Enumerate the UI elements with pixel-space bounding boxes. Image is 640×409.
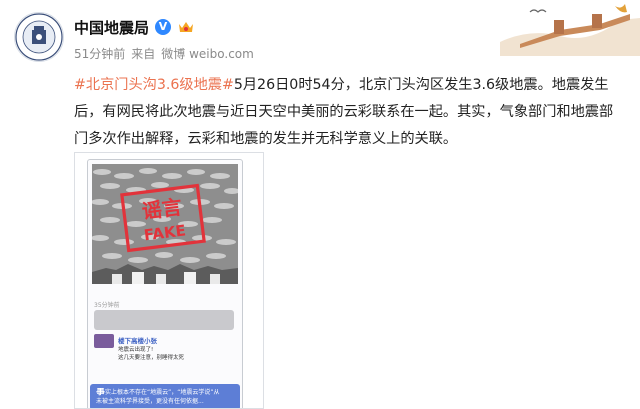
post-time[interactable]: 51分钟前: [74, 45, 125, 62]
screenshot-timestamp: 35分钟前: [94, 302, 120, 309]
great-wall-banner-icon: [500, 0, 640, 56]
earthquake-administration-logo-icon: [15, 13, 63, 61]
note-line-1: 实上根本不存在“地震云”，“地震云学说”从: [105, 389, 220, 396]
weibo-post: 中国地震局 V 51分钟前 来自 微博 weibo.com #北京门头沟3.6级…: [0, 0, 640, 409]
cloud-sky-image-icon: 谣言 FAKE: [92, 164, 238, 284]
commenter-avatar: [94, 334, 114, 348]
post-source: 微博 weibo.com: [161, 47, 254, 61]
post-body: #北京门头沟3.6级地震#5月26日0时54分，北京门头沟区发生3.6级地震。地…: [74, 72, 614, 153]
account-name[interactable]: 中国地震局: [74, 17, 149, 38]
comment-line-2: 这几天要注意，别睡得太死: [118, 355, 185, 361]
screenshot-grey-bar: [94, 310, 234, 330]
explanation-note: 事实上根本不存在“地震云”，“地震云学说”从未被主流科学界接受，更没有任何依据.…: [90, 384, 240, 408]
explanation-note-text: 事实上根本不存在“地震云”，“地震云学说”从未被主流科学界接受，更没有任何依据.…: [96, 388, 236, 406]
post-meta: 51分钟前 来自 微博 weibo.com: [74, 45, 254, 62]
post-image[interactable]: 谣言 FAKE 35分钟前 楼下高楼小张 地震云出现了! 这几天要注意，别睡得太…: [74, 152, 264, 409]
hashtag-link[interactable]: #北京门头沟3.6级地震#: [74, 77, 234, 93]
crown-badge-icon: [179, 22, 194, 32]
note-lead-char: 事: [96, 388, 106, 397]
verified-icon: V: [155, 19, 172, 35]
screenshot-phone-frame: 谣言 FAKE 35分钟前 楼下高楼小张 地震云出现了! 这几天要注意，别睡得太…: [87, 159, 243, 408]
commenter-name: 楼下高楼小张: [118, 337, 157, 345]
note-line-2: 未被主流科学界接受，更没有任何依据...: [96, 398, 204, 405]
source-prefix: 来自: [131, 47, 156, 61]
account-avatar[interactable]: [14, 12, 64, 62]
fake-stamp-cn: 谣言: [141, 195, 184, 224]
account-name-row: 中国地震局 V: [74, 16, 195, 38]
comment-line-1: 地震云出现了!: [118, 347, 154, 353]
